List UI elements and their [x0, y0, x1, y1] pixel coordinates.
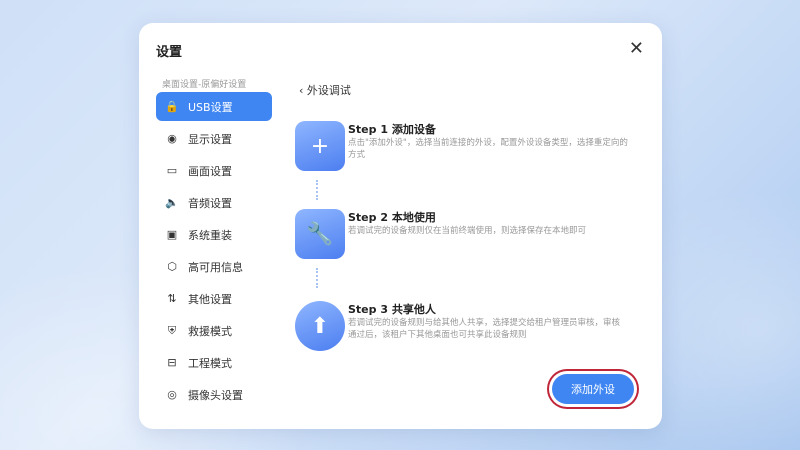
settings-dialog: 设置 ✕ 桌面设置-原偏好设置 🔒 USB设置 ◉ 显示设置 ▭ 画面设置 🔈 音频设置… — [139, 23, 662, 429]
lock-icon: 🔒 — [165, 100, 179, 113]
chevron-left-icon: ‹ — [299, 84, 307, 97]
sidebar-item-label: 系统重装 — [188, 228, 232, 242]
step-description: 点击"添加外设"，选择当前连接的外设，配置外设设备类型，选择重定向的方式 — [348, 138, 628, 160]
sidebar-item-label: 显示设置 — [188, 132, 232, 146]
sliders-icon: ⇅ — [167, 292, 177, 305]
sidebar-item-label: 摄像头设置 — [188, 388, 243, 402]
step-2: 🔧 Step 2 本地使用 若调试完的设备规则仅在当前终端使用，则选择保存在本地… — [295, 209, 635, 269]
cloud-upload-icon: ⬆ — [295, 301, 345, 351]
step-title: Step 3 共享他人 — [348, 303, 436, 316]
sidebar-item-label: 高可用信息 — [188, 260, 243, 274]
local-monitor-icon: 🔧 — [295, 209, 345, 259]
sidebar-item-display[interactable]: ◉ 显示设置 — [156, 124, 272, 153]
sidebar-item-camera[interactable]: ◎ 摄像头设置 — [156, 380, 272, 409]
step-connector — [316, 268, 318, 288]
camera-icon: ◎ — [167, 388, 177, 401]
sidebar-item-picture[interactable]: ▭ 画面设置 — [156, 156, 272, 185]
display-icon: ◉ — [167, 132, 177, 145]
back-button[interactable]: ‹ 外设调试 — [299, 82, 351, 98]
step-title: Step 2 本地使用 — [348, 211, 436, 224]
sidebar-item-label: 工程模式 — [188, 356, 232, 370]
step-3: ⬆ Step 3 共享他人 若调试完的设备规则与给其他人共享，选择提交给租户管理… — [295, 301, 635, 361]
sidebar-item-label: 其他设置 — [188, 292, 232, 306]
sidebar-item-label: 救援模式 — [188, 324, 232, 338]
sidebar-item-label: USB设置 — [188, 100, 233, 114]
step-description: 若调试完的设备规则与给其他人共享，选择提交给租户管理员审核，审核通过后，该租户下… — [348, 318, 621, 340]
sidebar-item-label: 画面设置 — [188, 164, 232, 178]
shield-icon: ⛨ — [167, 323, 177, 337]
sidebar-item-reinstall[interactable]: ▣ 系统重装 — [156, 220, 272, 249]
toolbox-icon: ⊟ — [167, 356, 177, 369]
step-description: 若调试完的设备规则仅在当前终端使用，则选择保存在本地即可 — [348, 226, 587, 236]
close-icon[interactable]: ✕ — [629, 40, 644, 58]
add-peripheral-button[interactable]: 添加外设 — [552, 374, 634, 404]
reinstall-icon: ▣ — [166, 228, 178, 241]
step-connector — [316, 180, 318, 200]
sidebar-item-other[interactable]: ⇅ 其他设置 — [156, 284, 272, 313]
speaker-icon: 🔈 — [165, 196, 179, 209]
step-title: Step 1 添加设备 — [348, 123, 436, 136]
step-1: + Step 1 添加设备 点击"添加外设"，选择当前连接的外设，配置外设设备类… — [295, 121, 635, 181]
sidebar-breadcrumb: 桌面设置-原偏好设置 — [162, 80, 247, 90]
sidebar-item-audio[interactable]: 🔈 音频设置 — [156, 188, 272, 217]
sidebar-item-usb[interactable]: 🔒 USB设置 — [156, 92, 272, 121]
sidebar-item-ha[interactable]: ⬡ 高可用信息 — [156, 252, 272, 281]
sidebar-item-rescue[interactable]: ⛨ 救援模式 — [156, 316, 272, 345]
add-device-icon: + — [295, 121, 345, 171]
dialog-title: 设置 — [156, 45, 183, 60]
cube-icon: ⬡ — [167, 260, 177, 273]
section-title: 外设调试 — [306, 84, 351, 97]
sidebar-item-engineering[interactable]: ⊟ 工程模式 — [156, 348, 272, 377]
sidebar-item-label: 音频设置 — [188, 196, 232, 210]
picture-icon: ▭ — [166, 164, 178, 177]
sidebar-nav: 🔒 USB设置 ◉ 显示设置 ▭ 画面设置 🔈 音频设置 ▣ 系统重装 ⬡ 高可用信息 ⇅ 其… — [156, 92, 272, 412]
